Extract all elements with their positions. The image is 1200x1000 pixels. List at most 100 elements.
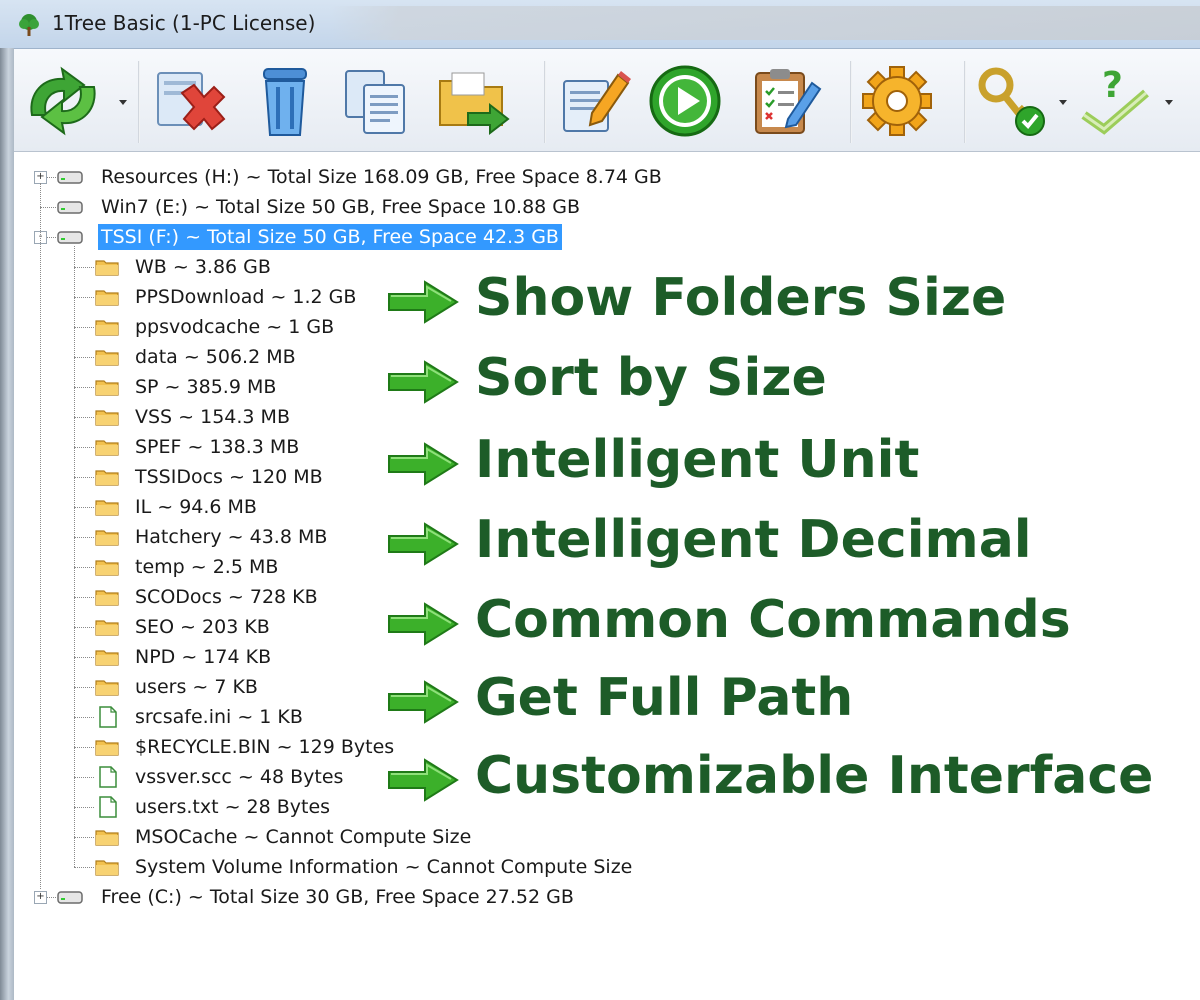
tree-connector xyxy=(74,597,94,598)
feature-label: Intelligent Unit xyxy=(475,430,920,490)
drive-node[interactable]: Win7 (E:) ~ Total Size 50 GB, Free Space… xyxy=(98,192,583,222)
folder-node[interactable]: NPD ~ 174 KB xyxy=(132,642,274,672)
folder-node[interactable]: $RECYCLE.BIN ~ 129 Bytes xyxy=(132,732,397,762)
folder-icon xyxy=(95,350,119,366)
settings-button[interactable] xyxy=(856,63,938,139)
folder-node[interactable]: System Volume Information ~ Cannot Compu… xyxy=(132,852,635,882)
question-check-icon: ? xyxy=(1081,65,1149,135)
tree-connector xyxy=(74,417,94,418)
help-button[interactable]: ? xyxy=(1074,63,1156,139)
tree-connector xyxy=(47,897,56,898)
tree-connector xyxy=(74,687,94,688)
drive-icon xyxy=(57,891,83,904)
tree-connector xyxy=(47,237,56,238)
folder-node[interactable]: data ~ 506.2 MB xyxy=(132,342,299,372)
clipboard-checklist-icon xyxy=(755,69,822,134)
tree-connector xyxy=(74,447,94,448)
green-arrow-icon xyxy=(388,442,459,486)
run-button[interactable] xyxy=(644,63,726,139)
folder-arrow-icon xyxy=(439,72,510,136)
license-button[interactable] xyxy=(970,63,1052,139)
node-label: Win7 (E:) ~ Total Size 50 GB, Free Space… xyxy=(101,196,581,218)
tree-connector xyxy=(74,657,94,658)
folder-node[interactable]: TSSIDocs ~ 120 MB xyxy=(132,462,326,492)
green-arrow-icon xyxy=(388,280,459,324)
folder-icon xyxy=(95,560,119,576)
expand-icon[interactable]: + xyxy=(34,891,47,904)
drive-node[interactable]: Resources (H:) ~ Total Size 168.09 GB, F… xyxy=(98,162,665,192)
feature-label: Sort by Size xyxy=(475,348,827,408)
help-dropdown-icon[interactable] xyxy=(1164,97,1174,107)
rename-button[interactable] xyxy=(552,63,634,139)
green-arrow-icon xyxy=(388,758,459,802)
folder-node[interactable]: PPSDownload ~ 1.2 GB xyxy=(132,282,359,312)
folder-node[interactable]: users ~ 7 KB xyxy=(132,672,261,702)
svg-text:?: ? xyxy=(1102,65,1123,106)
feature-label: Common Commands xyxy=(475,590,1071,650)
folder-icon xyxy=(95,830,119,846)
refresh-dropdown-icon[interactable] xyxy=(118,97,128,107)
node-label: users.txt ~ 28 Bytes xyxy=(135,796,331,818)
folder-icon xyxy=(95,260,119,276)
file-node[interactable]: srcsafe.ini ~ 1 KB xyxy=(132,702,306,732)
folder-node[interactable]: Hatchery ~ 43.8 MB xyxy=(132,522,330,552)
drive-icon xyxy=(57,171,83,184)
toolbar-separator xyxy=(138,61,140,143)
folder-icon xyxy=(95,320,119,336)
folder-icon xyxy=(95,860,119,876)
node-label: Free (C:) ~ Total Size 30 GB, Free Space… xyxy=(101,886,574,908)
folder-node[interactable]: SPEF ~ 138.3 MB xyxy=(132,432,302,462)
copy-button[interactable] xyxy=(336,63,418,139)
properties-button[interactable] xyxy=(742,63,824,139)
folder-icon xyxy=(95,650,119,666)
drive-node[interactable]: TSSI (F:) ~ Total Size 50 GB, Free Space… xyxy=(98,222,562,252)
folder-icon xyxy=(95,290,119,306)
toolbar-separator xyxy=(544,61,546,143)
license-dropdown-icon[interactable] xyxy=(1058,97,1068,107)
tree-connector xyxy=(74,357,94,358)
tree-connector xyxy=(74,327,94,328)
folder-node[interactable]: SEO ~ 203 KB xyxy=(132,612,273,642)
folder-node[interactable]: SP ~ 385.9 MB xyxy=(132,372,279,402)
folder-icon xyxy=(95,440,119,456)
toolbar-separator xyxy=(850,61,852,143)
folder-icon xyxy=(95,740,119,756)
folder-node[interactable]: IL ~ 94.6 MB xyxy=(132,492,260,522)
tree-connector xyxy=(74,867,94,868)
folder-icon xyxy=(95,380,119,396)
drive-node[interactable]: Free (C:) ~ Total Size 30 GB, Free Space… xyxy=(98,882,577,912)
green-arrow-icon xyxy=(388,360,459,404)
node-label: WB ~ 3.86 GB xyxy=(135,256,271,278)
folder-node[interactable]: ppsvodcache ~ 1 GB xyxy=(132,312,337,342)
tree-connector xyxy=(74,837,94,838)
file-icon xyxy=(99,766,117,788)
node-label: TSSI (F:) ~ Total Size 50 GB, Free Space… xyxy=(98,224,562,250)
play-icon xyxy=(649,65,721,137)
folder-icon xyxy=(95,410,119,426)
node-label: data ~ 506.2 MB xyxy=(135,346,296,368)
folder-icon xyxy=(95,500,119,516)
feature-label: Show Folders Size xyxy=(475,268,1007,328)
node-label: SEO ~ 203 KB xyxy=(135,616,270,638)
folder-node[interactable]: temp ~ 2.5 MB xyxy=(132,552,281,582)
tree-connector xyxy=(74,717,94,718)
folder-node[interactable]: SCODocs ~ 728 KB xyxy=(132,582,321,612)
folder-node[interactable]: MSOCache ~ Cannot Compute Size xyxy=(132,822,474,852)
tree-connector xyxy=(74,267,94,268)
tree-connector xyxy=(74,387,94,388)
recycle-bin-button[interactable] xyxy=(244,63,326,139)
delete-button[interactable] xyxy=(148,63,230,139)
folder-node[interactable]: VSS ~ 154.3 MB xyxy=(132,402,293,432)
refresh-button[interactable] xyxy=(22,63,104,139)
tree-connector xyxy=(74,297,94,298)
file-node[interactable]: vssver.scc ~ 48 Bytes xyxy=(132,762,346,792)
copy-documents-icon xyxy=(345,70,405,134)
tree-connector xyxy=(74,627,94,628)
move-to-folder-button[interactable] xyxy=(432,63,514,139)
file-node[interactable]: users.txt ~ 28 Bytes xyxy=(132,792,333,822)
folder-node[interactable]: WB ~ 3.86 GB xyxy=(132,252,274,282)
node-label: VSS ~ 154.3 MB xyxy=(135,406,290,428)
node-label: temp ~ 2.5 MB xyxy=(135,556,279,578)
node-label: Resources (H:) ~ Total Size 168.09 GB, F… xyxy=(101,166,662,188)
file-icon xyxy=(99,706,117,728)
